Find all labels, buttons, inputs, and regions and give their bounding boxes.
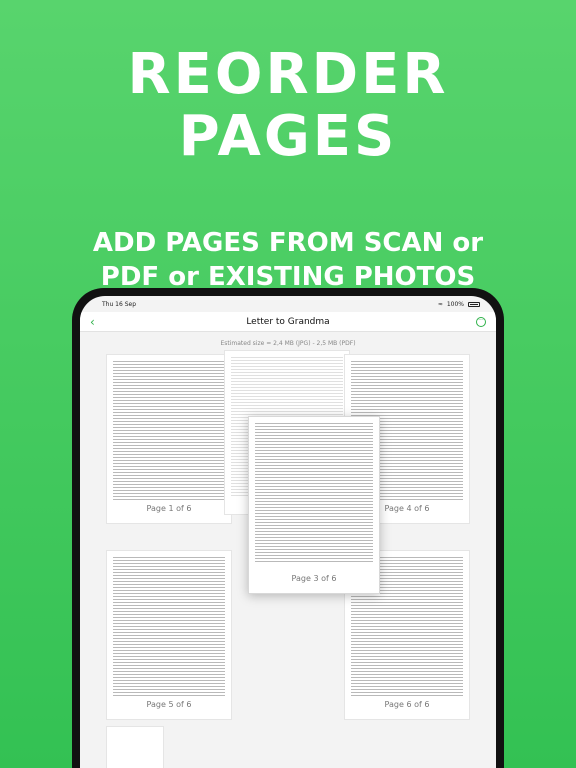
battery-percent: 100% xyxy=(446,300,464,308)
wifi-icon: ≈ xyxy=(437,300,443,308)
ellipsis-circle-icon[interactable]: ··· xyxy=(476,317,486,327)
status-time: Thu 16 Sep xyxy=(102,300,137,308)
page-label: Page 5 of 6 xyxy=(146,700,192,709)
battery-icon xyxy=(468,301,480,307)
status-bar: Thu 16 Sep ≈ 100% xyxy=(80,296,496,312)
subheadline: ADD PAGES FROM SCAN or PDF or EXISTING P… xyxy=(0,226,576,294)
page-label: Page 1 of 6 xyxy=(146,504,192,513)
status-indicators: ≈ 100% xyxy=(438,301,480,308)
tablet-frame: Thu 16 Sep ≈ 100% ‹ Letter to Grandma ··… xyxy=(72,288,504,768)
page-content xyxy=(255,423,373,563)
page-label: Page 3 of 6 xyxy=(291,574,337,583)
app-screen: Thu 16 Sep ≈ 100% ‹ Letter to Grandma ··… xyxy=(80,296,496,768)
headline-line-1: REORDER xyxy=(127,42,449,107)
estimated-size: Estimated size = 2,4 MB (JPG) - 2,5 MB (… xyxy=(220,340,356,347)
headline-line-2: PAGES xyxy=(178,104,398,169)
page-thumbnail-next[interactable] xyxy=(106,726,164,768)
chevron-left-icon[interactable]: ‹ xyxy=(90,316,100,328)
navigation-bar: ‹ Letter to Grandma ··· xyxy=(80,312,496,332)
page-label: Page 6 of 6 xyxy=(384,700,430,709)
page-content xyxy=(113,557,225,697)
subheadline-line-1: ADD PAGES FROM SCAN or xyxy=(92,228,484,258)
page-thumbnail-5[interactable]: Page 5 of 6 xyxy=(106,550,232,720)
page-thumbnail-3[interactable]: Page 3 of 6 xyxy=(248,416,380,594)
headline: REORDER PAGES xyxy=(0,44,576,168)
page-content xyxy=(113,361,225,501)
page-thumbnail-1[interactable]: Page 1 of 6 xyxy=(106,354,232,524)
document-title: Letter to Grandma xyxy=(246,316,330,327)
